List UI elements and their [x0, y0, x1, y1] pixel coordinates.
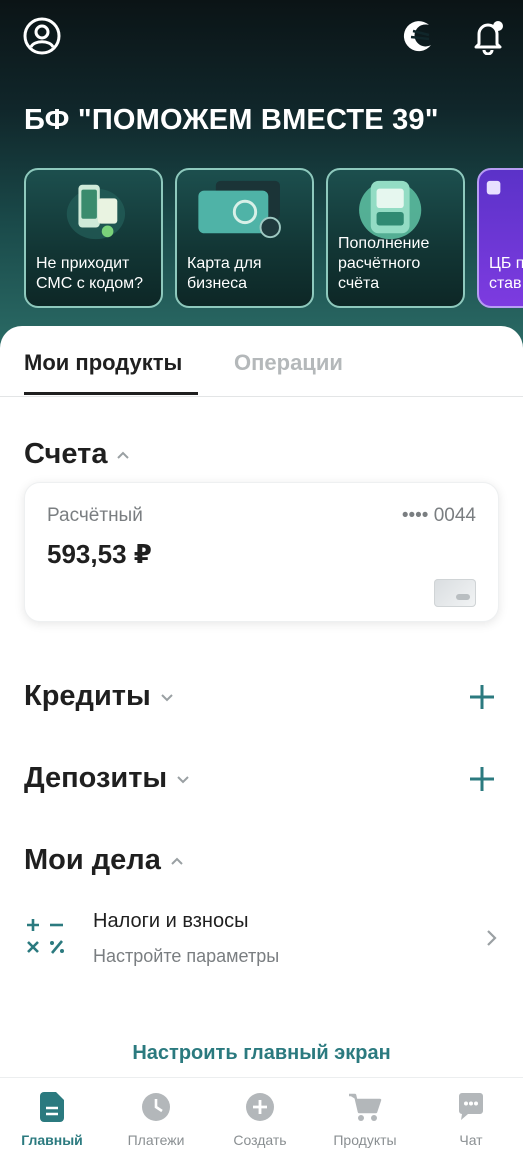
- nav-label: Создать: [233, 1132, 287, 1148]
- tab-bar: Мои продукты Операции: [24, 326, 523, 396]
- nav-label: Платежи: [127, 1132, 185, 1148]
- account-balance: 593,53 ₽: [47, 539, 152, 569]
- chevron-down-icon: [159, 689, 175, 705]
- divider: [0, 396, 523, 397]
- task-title: Налоги и взносы: [93, 910, 249, 932]
- bank-card-icon: [434, 579, 476, 607]
- stories-carousel[interactable]: Не приходит СМС с кодом? Карта для бизне…: [24, 168, 523, 308]
- company-name: БФ "ПОМОЖЕМ ВМЕСТЕ 39": [24, 104, 439, 136]
- phone-sms-illustration: [66, 184, 126, 240]
- story-label: Не приходит СМС с кодом?: [36, 255, 144, 292]
- profile-icon: [22, 16, 62, 61]
- bottom-navigation: Главный Платежи Создать Продукты Чат: [0, 1077, 523, 1157]
- story-label: ЦБ п… клю… став…: [489, 255, 523, 292]
- nav-home[interactable]: Главный: [0, 1078, 104, 1157]
- nav-chat[interactable]: Чат: [419, 1078, 523, 1157]
- plus-icon: [470, 767, 494, 791]
- tab-operations[interactable]: Операции: [234, 350, 343, 376]
- nav-label: Главный: [21, 1132, 83, 1148]
- accounts-section-header[interactable]: Счета: [24, 438, 131, 471]
- tax-calculator-icon: [27, 919, 64, 954]
- business-card-illustration: [198, 180, 281, 239]
- story-label: Карта для бизнеса: [187, 255, 262, 292]
- story-card[interactable]: Пополнение расчётного счёта: [326, 168, 465, 308]
- chat-icon: [456, 1092, 486, 1127]
- deposits-section-header[interactable]: Депозиты: [24, 762, 191, 795]
- story-card[interactable]: Не приходит СМС с кодом?: [24, 168, 163, 308]
- nav-payments[interactable]: Платежи: [104, 1078, 208, 1157]
- task-subtitle: Настройте параметры: [93, 946, 280, 966]
- add-credit-button[interactable]: [467, 682, 497, 712]
- section-title: Кредиты: [24, 680, 151, 712]
- plus-circle-icon: [245, 1092, 275, 1127]
- account-number: •••• 0044: [401, 505, 476, 526]
- customize-home-link[interactable]: Настроить главный экран: [0, 1042, 523, 1065]
- cart-icon: [348, 1092, 382, 1127]
- credits-section-header[interactable]: Кредиты: [24, 680, 175, 713]
- products-sheet: Мои продукты Операции Счета Расчётный ••…: [0, 326, 523, 1157]
- active-tab-indicator: [24, 392, 198, 395]
- logo-button[interactable]: [396, 16, 440, 60]
- account-type: Расчётный: [47, 505, 143, 526]
- chevron-up-icon: [169, 853, 185, 869]
- section-title: Депозиты: [24, 762, 168, 794]
- plus-icon: [470, 685, 494, 709]
- logo-moon-icon: [399, 17, 437, 60]
- tab-my-products[interactable]: Мои продукты: [24, 350, 182, 376]
- home-document-icon: [38, 1092, 66, 1127]
- nav-products[interactable]: Продукты: [313, 1078, 417, 1157]
- notifications-bell-icon: [469, 17, 507, 60]
- section-title: Мои дела: [24, 844, 161, 876]
- account-card[interactable]: Расчётный •••• 0044 593,53 ₽: [24, 482, 499, 622]
- chevron-right-icon: [485, 928, 499, 953]
- nav-create[interactable]: Создать: [208, 1078, 312, 1157]
- section-title: Счета: [24, 438, 108, 470]
- story-card[interactable]: Карта для бизнеса: [175, 168, 314, 308]
- task-taxes-item[interactable]: Налоги и взносы Настройте параметры: [24, 902, 499, 972]
- hero-header: БФ "ПОМОЖЕМ ВМЕСТЕ 39" Не приходит СМС с…: [0, 0, 523, 360]
- notifications-button[interactable]: [466, 16, 510, 60]
- clock-icon: [141, 1092, 171, 1127]
- top-bar: [20, 16, 503, 60]
- chevron-down-icon: [175, 771, 191, 787]
- profile-button[interactable]: [20, 16, 64, 60]
- nav-label: Продукты: [333, 1132, 397, 1148]
- nav-label: Чат: [459, 1132, 483, 1148]
- tasks-section-header[interactable]: Мои дела: [24, 844, 185, 877]
- add-deposit-button[interactable]: [467, 764, 497, 794]
- story-card[interactable]: ЦБ п… клю… став…: [477, 168, 523, 308]
- central-bank-illustration: [486, 180, 501, 195]
- story-label: Пополнение расчётного счёта: [338, 235, 430, 292]
- chevron-up-icon: [115, 447, 131, 463]
